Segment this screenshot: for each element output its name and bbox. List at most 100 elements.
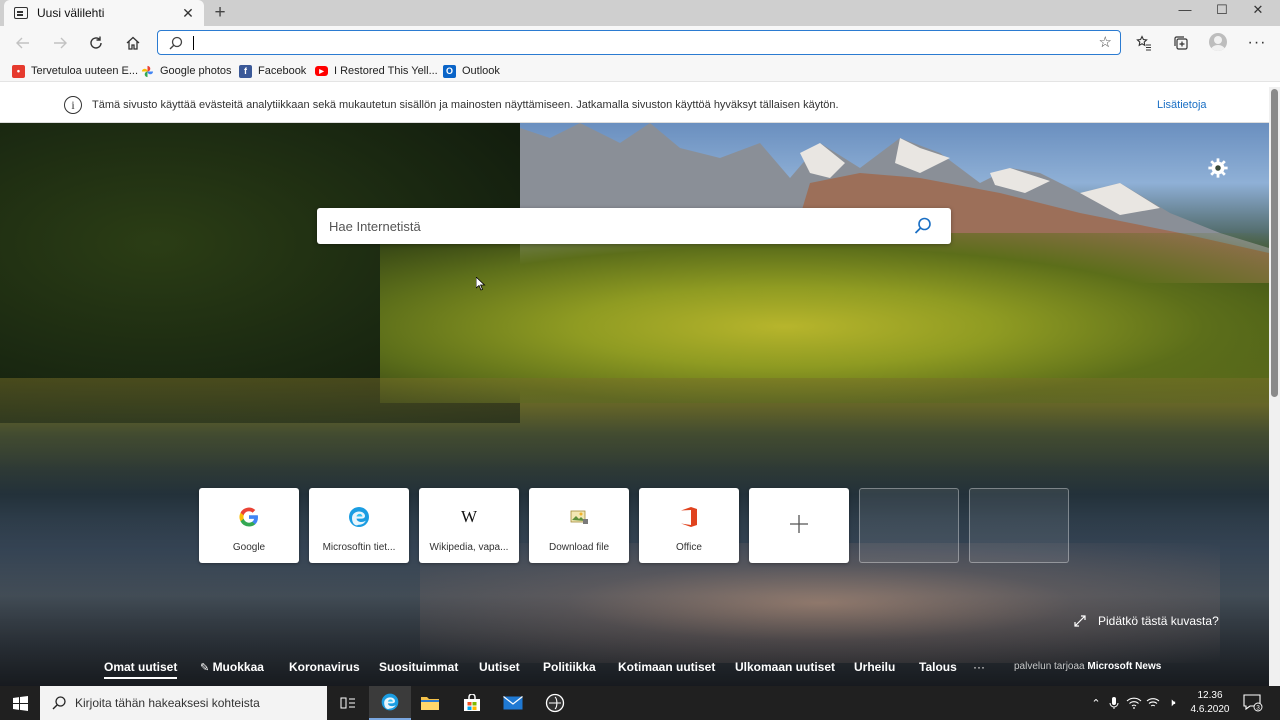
quick-link-label: Wikipedia, vapa... xyxy=(429,542,509,553)
favorites-button[interactable] xyxy=(1131,30,1157,56)
edge-icon xyxy=(349,507,369,527)
app-circle-icon xyxy=(545,693,565,713)
quick-link-office[interactable]: Office xyxy=(639,488,739,563)
maximize-button[interactable]: ☐ xyxy=(1204,0,1240,22)
start-button[interactable] xyxy=(0,686,40,720)
customize-label: Muokkaa xyxy=(212,660,264,674)
taskbar-mail[interactable] xyxy=(492,686,534,720)
volume-icon[interactable]: 🕨 xyxy=(1164,686,1180,720)
news-tab-foreign[interactable]: Ulkomaan uutiset xyxy=(735,660,835,674)
edge-icon xyxy=(381,693,399,711)
taskbar-file-explorer[interactable] xyxy=(409,686,451,720)
info-icon: i xyxy=(64,96,82,114)
settings-more-button[interactable]: ··· xyxy=(1244,30,1270,56)
facebook-icon: f xyxy=(239,64,252,78)
collections-button[interactable] xyxy=(1168,30,1194,56)
pinwheel-icon xyxy=(141,65,154,77)
taskbar-edge[interactable] xyxy=(369,686,411,720)
quick-link-download-file[interactable]: Download file xyxy=(529,488,629,563)
news-tab-coronavirus[interactable]: Koronavirus xyxy=(289,660,360,674)
meadow xyxy=(0,378,1269,468)
taskbar-search-placeholder: Kirjoita tähän hakeaksesi kohteista xyxy=(75,696,260,710)
forward-button[interactable] xyxy=(47,30,73,56)
refresh-icon xyxy=(90,36,102,49)
tab-new-tab[interactable]: Uusi välilehti ✕ xyxy=(4,0,204,26)
web-search-input[interactable] xyxy=(329,216,889,236)
search-icon xyxy=(52,696,66,710)
show-hidden-icons-button[interactable]: ⌃ xyxy=(1088,686,1104,720)
news-tab-news[interactable]: Uutiset xyxy=(479,660,520,674)
news-more-button[interactable]: ··· xyxy=(973,660,985,674)
task-view-button[interactable] xyxy=(327,686,369,720)
favorite-label: Facebook xyxy=(258,65,307,77)
news-tab-customize[interactable]: ✎ Muokkaa xyxy=(200,660,264,674)
taskbar-app[interactable] xyxy=(534,686,576,720)
text-caret xyxy=(193,36,194,50)
tab-title: Uusi välilehti xyxy=(37,6,105,20)
close-window-button[interactable]: ✕ xyxy=(1240,0,1276,22)
news-tab-economy[interactable]: Talous xyxy=(919,660,957,674)
store-bag-icon xyxy=(464,694,480,711)
microphone-icon[interactable] xyxy=(1107,686,1121,720)
office-icon xyxy=(681,507,697,527)
welcome-icon: • xyxy=(12,64,25,78)
address-bar[interactable]: ☆ xyxy=(157,30,1121,55)
favorite-item-welcome[interactable]: • Tervetuloa uuteen E... xyxy=(12,62,138,80)
favorite-item-youtube[interactable]: ▶ I Restored This Yell... xyxy=(315,62,438,80)
news-tab-popular[interactable]: Suosituimmat xyxy=(379,660,458,674)
download-file-icon xyxy=(570,510,588,524)
provider-prefix: palvelun tarjoaa xyxy=(1014,661,1085,672)
new-tab-button[interactable]: + xyxy=(210,2,230,24)
network-icon[interactable] xyxy=(1126,686,1142,720)
favorite-label: I Restored This Yell... xyxy=(334,65,438,77)
cookie-notice-text: Tämä sivusto käyttää evästeitä analytiik… xyxy=(92,99,839,111)
page-scrollbar[interactable] xyxy=(1269,87,1280,686)
quick-link-wikipedia[interactable]: W Wikipedia, vapa... xyxy=(419,488,519,563)
address-input[interactable] xyxy=(196,33,1076,52)
notification-center-icon[interactable]: 3 xyxy=(1243,694,1263,712)
home-button[interactable] xyxy=(120,30,146,56)
back-arrow-icon xyxy=(16,37,29,49)
folder-icon xyxy=(421,697,439,710)
quick-link-google[interactable]: Google xyxy=(199,488,299,563)
new-tab-page-icon xyxy=(14,7,28,19)
notification-count: 3 xyxy=(1256,705,1260,712)
back-button[interactable] xyxy=(10,30,36,56)
web-search-box[interactable] xyxy=(317,208,951,244)
provider-name: Microsoft News xyxy=(1087,661,1162,672)
favorite-item-outlook[interactable]: O Outlook xyxy=(443,62,500,80)
close-tab-button[interactable]: ✕ xyxy=(180,5,196,22)
like-this-image-button[interactable]: Pidätkö tästä kuvasta? xyxy=(1073,614,1219,628)
favorite-item-facebook[interactable]: f Facebook xyxy=(239,62,306,80)
google-icon xyxy=(239,507,258,527)
taskbar-store[interactable] xyxy=(451,686,493,720)
pencil-icon: ✎ xyxy=(200,662,210,674)
news-navigation: Omat uutiset ✎ Muokkaa Koronavirus Suosi… xyxy=(0,650,1269,686)
taskbar-clock[interactable]: 12.36 4.6.2020 xyxy=(1184,689,1236,717)
minimize-button[interactable]: — xyxy=(1167,0,1203,22)
favorites-list-icon xyxy=(1136,35,1151,51)
news-tab-my-news[interactable]: Omat uutiset xyxy=(104,660,178,679)
refresh-button[interactable] xyxy=(83,30,109,56)
favorite-star-icon[interactable]: ☆ xyxy=(1099,33,1112,51)
taskbar-search-box[interactable]: Kirjoita tähän hakeaksesi kohteista xyxy=(40,686,327,720)
clock-date: 4.6.2020 xyxy=(1190,704,1230,715)
empty-quick-link-slot xyxy=(969,488,1069,563)
news-tab-politics[interactable]: Politiikka xyxy=(543,660,596,674)
windows-taskbar: Kirjoita tähän hakeaksesi kohteista ⌃ 🕨 … xyxy=(0,686,1280,720)
learn-more-link[interactable]: Lisätietoja xyxy=(1157,99,1207,111)
profile-avatar[interactable] xyxy=(1209,33,1227,51)
add-quick-link-button[interactable] xyxy=(749,488,849,563)
mail-icon xyxy=(503,696,523,710)
news-tab-sports[interactable]: Urheilu xyxy=(854,660,895,674)
windows-logo-icon xyxy=(12,695,28,711)
scrollbar-thumb[interactable] xyxy=(1271,89,1278,397)
forward-arrow-icon xyxy=(54,37,67,49)
search-icon[interactable] xyxy=(913,216,933,236)
news-tab-domestic[interactable]: Kotimaan uutiset xyxy=(618,660,715,674)
wifi-icon[interactable] xyxy=(1146,686,1160,720)
favorite-item-google-photos[interactable]: Google photos xyxy=(141,62,232,80)
page-settings-gear-icon[interactable] xyxy=(1207,157,1229,179)
quick-link-microsoft[interactable]: Microsoftin tiet... xyxy=(309,488,409,563)
youtube-icon: ▶ xyxy=(315,66,328,76)
